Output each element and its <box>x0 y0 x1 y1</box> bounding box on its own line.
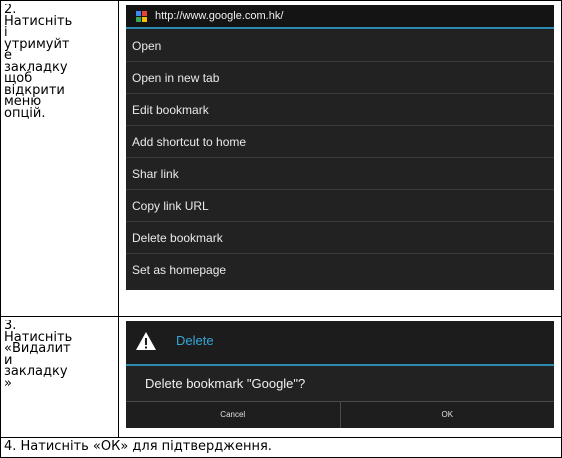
dialog-buttons: Cancel OK <box>126 401 554 428</box>
url-bar: http://www.google.com.hk/ <box>126 5 554 29</box>
warning-icon <box>136 332 156 350</box>
dialog-message: Delete bookmark "Google"? <box>145 376 306 391</box>
step-4-text: 4. Натисніть «ОК» для підтвердження. <box>4 439 272 454</box>
menu-item-open[interactable]: Open <box>126 30 554 62</box>
dialog-title: Delete <box>176 333 214 348</box>
menu-item-copy-link[interactable]: Copy link URL <box>126 190 554 222</box>
ok-button[interactable]: OK <box>339 402 555 428</box>
dialog-header: Delete <box>126 321 554 366</box>
menu-item-add-shortcut[interactable]: Add shortcut to home <box>126 126 554 158</box>
table-border-top <box>0 0 562 1</box>
step-3-text: 3. Натисніть «Видалит и закладку » <box>4 320 73 389</box>
delete-dialog-screenshot: Delete Delete bookmark "Google"? Cancel … <box>126 321 554 428</box>
row-divider-2 <box>0 437 562 438</box>
table-border-left <box>0 0 1 458</box>
cancel-button[interactable]: Cancel <box>126 402 340 428</box>
menu-item-set-homepage[interactable]: Set as homepage <box>126 254 554 290</box>
menu-item-open-new-tab[interactable]: Open in new tab <box>126 62 554 94</box>
menu-item-share-link[interactable]: Shar link <box>126 158 554 190</box>
instruction-table: 2. Натисніть і утримуйт е закладку щоб в… <box>0 0 562 458</box>
menu-item-edit-bookmark[interactable]: Edit bookmark <box>126 94 554 126</box>
menu-item-delete-bookmark[interactable]: Delete bookmark <box>126 222 554 254</box>
google-favicon-icon <box>136 10 147 22</box>
column-divider <box>118 0 119 438</box>
url-text: http://www.google.com.hk/ <box>155 10 284 22</box>
context-menu-screenshot: http://www.google.com.hk/ Open Open in n… <box>126 5 554 290</box>
row-divider-1 <box>0 316 562 317</box>
step-2-text: 2. Натисніть і утримуйт е закладку щоб в… <box>4 4 73 119</box>
